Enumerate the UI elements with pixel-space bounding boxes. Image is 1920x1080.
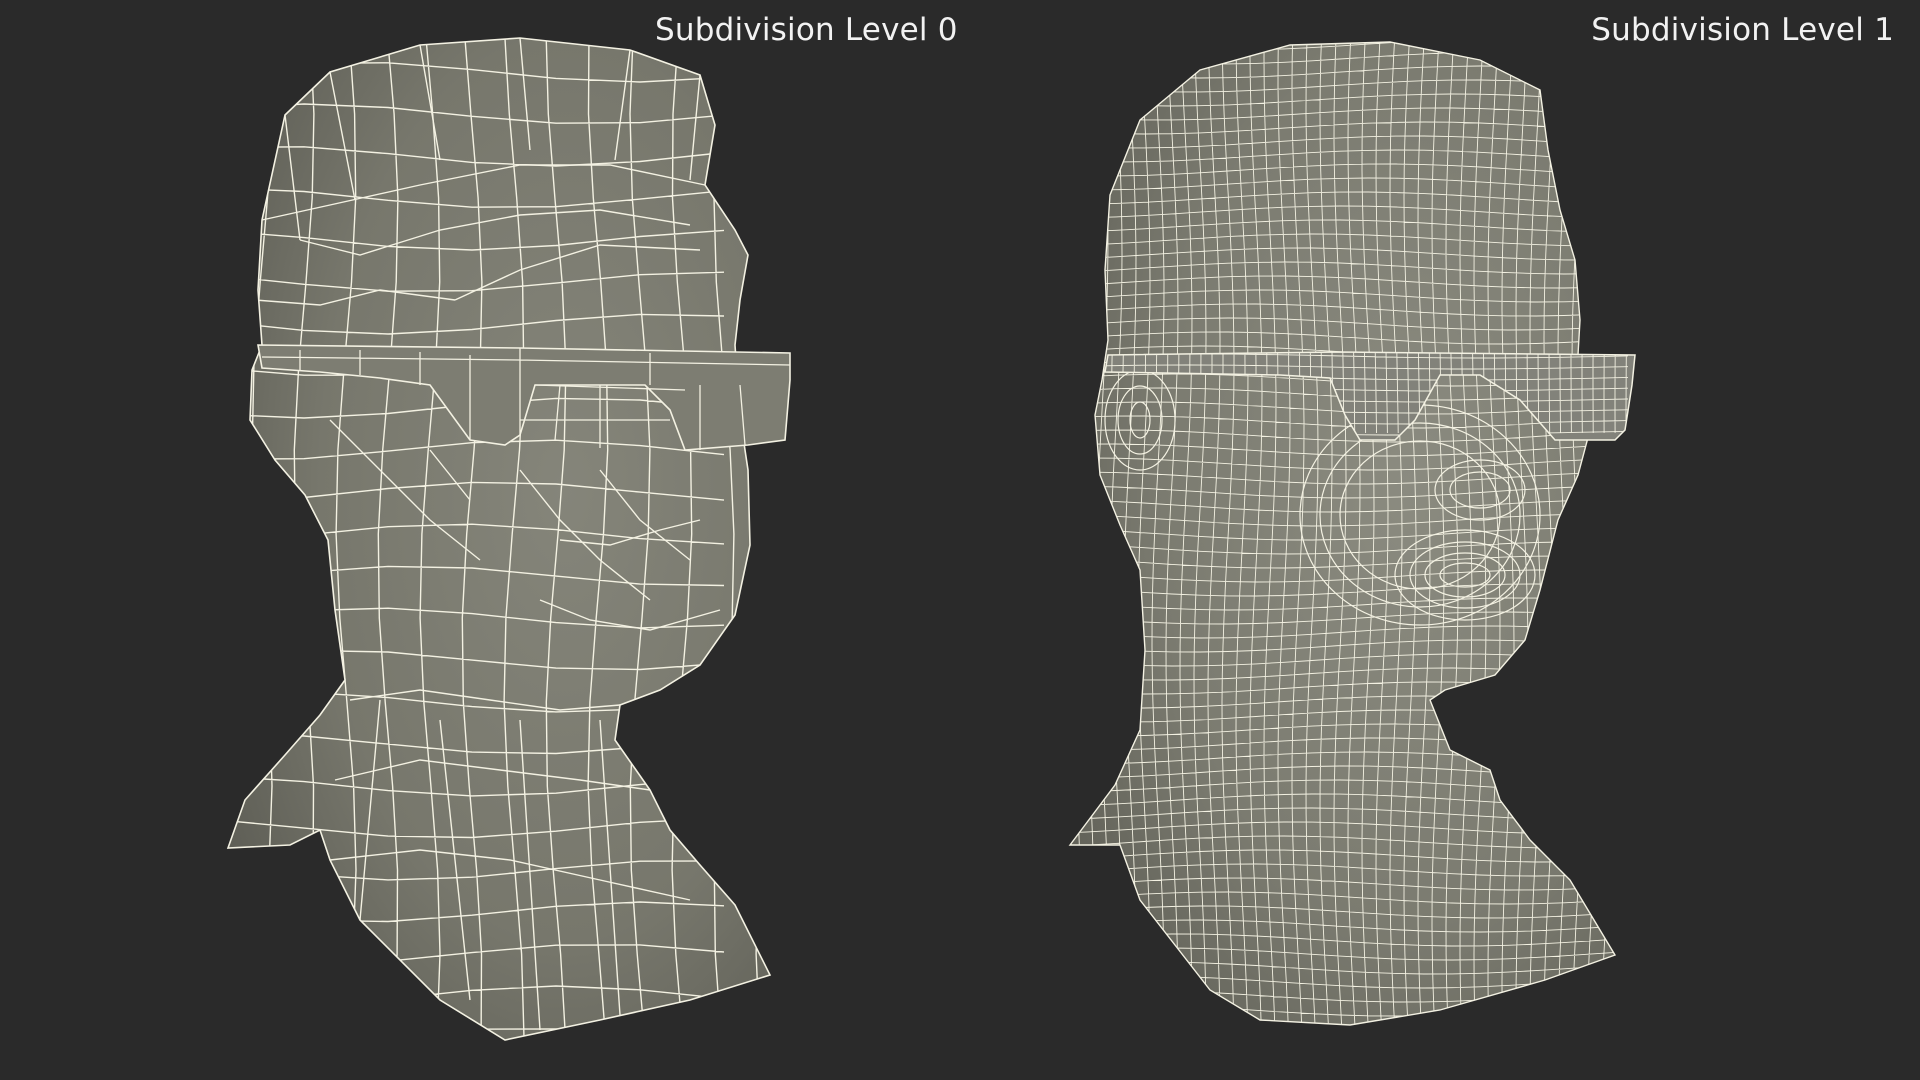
- head-mesh-level-1: [1069, 41, 1616, 1026]
- head-surface: [228, 38, 770, 1040]
- viewport: [227, 37, 1636, 1041]
- head-mesh-level-0: [227, 37, 771, 1041]
